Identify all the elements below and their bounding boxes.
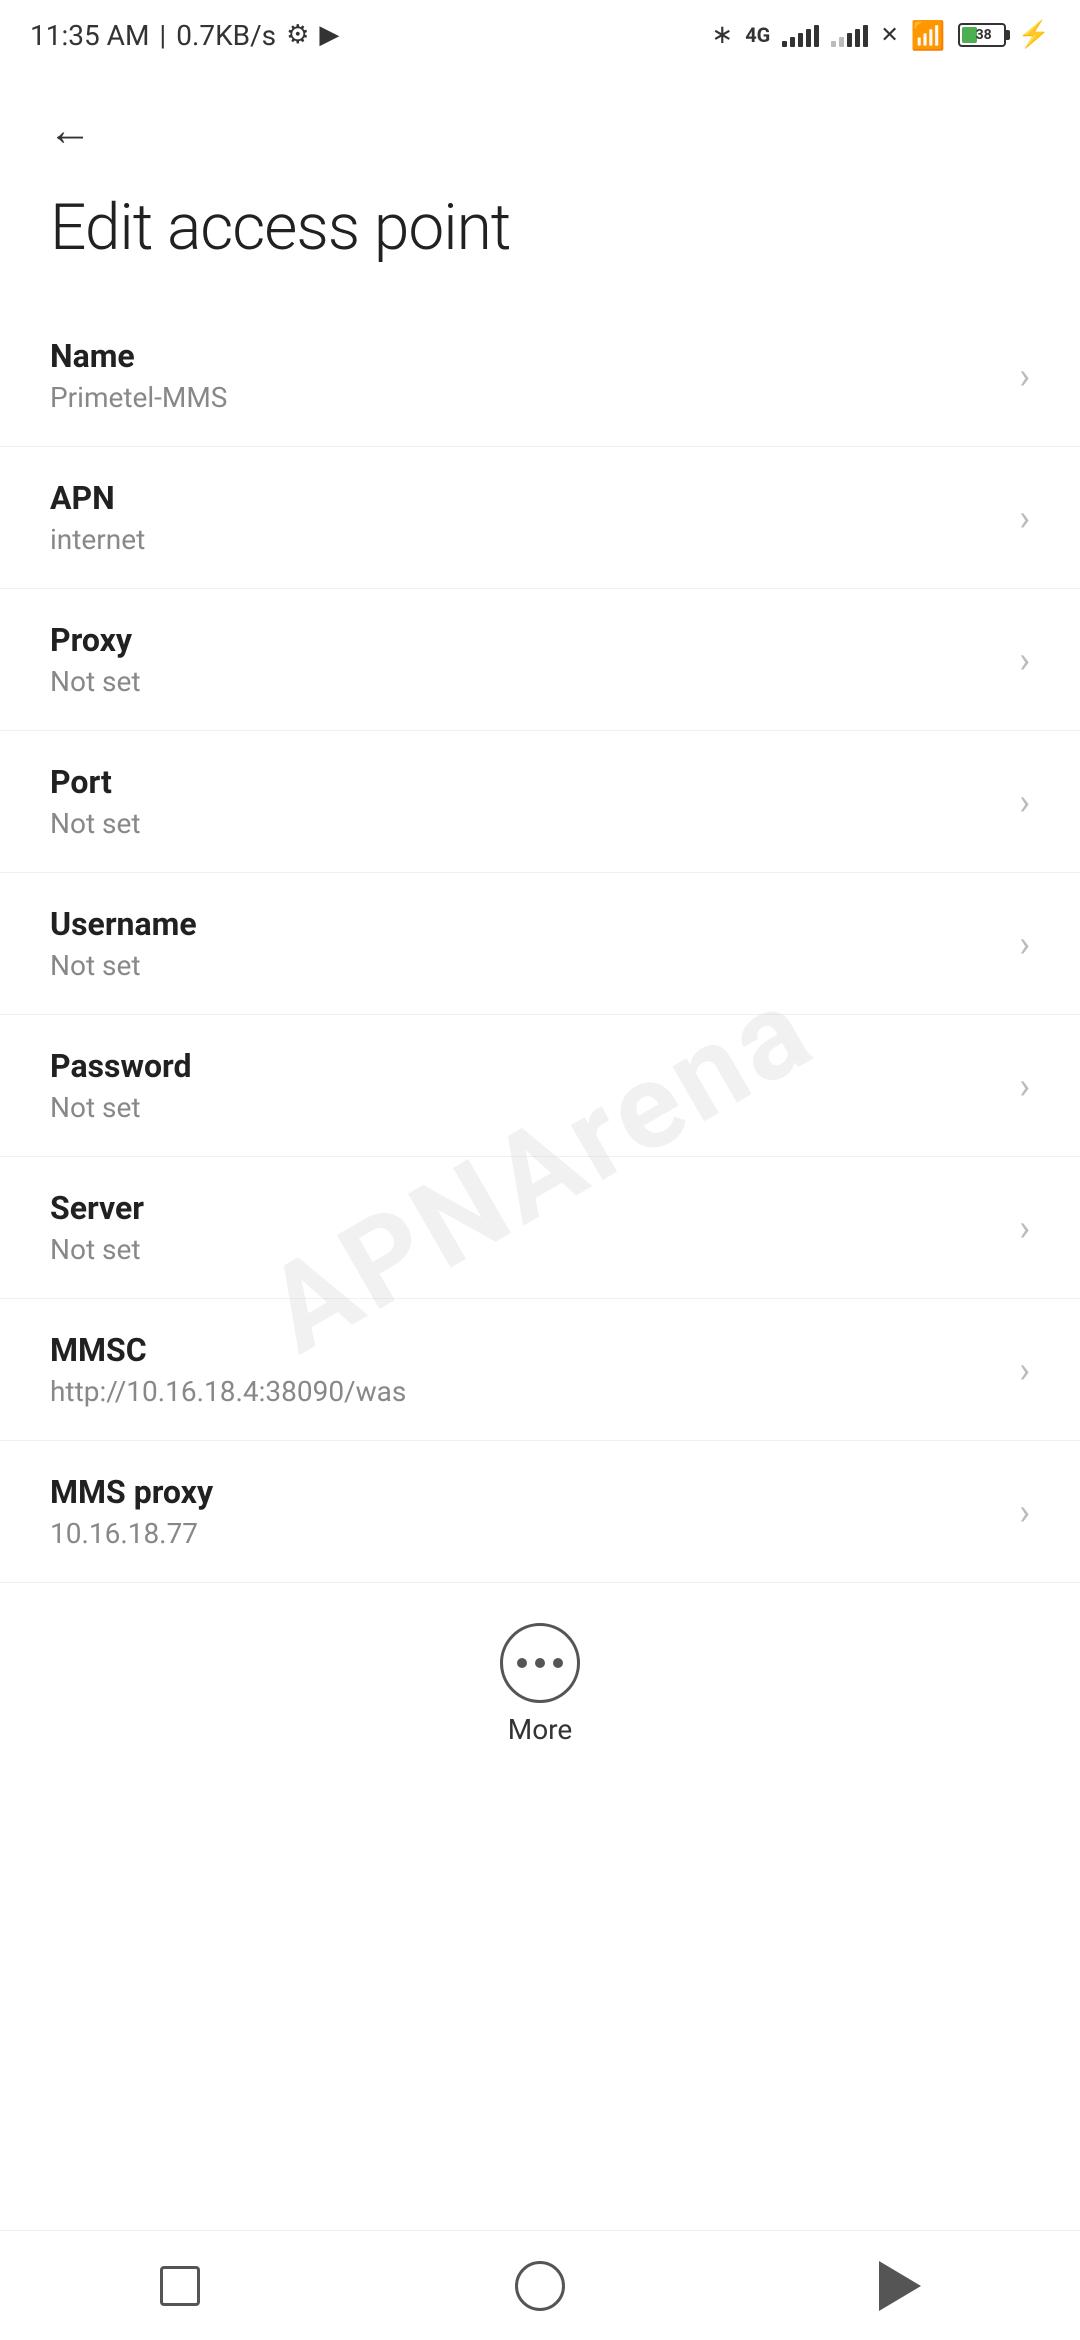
settings-item-apn[interactable]: APN internet › xyxy=(0,447,1080,589)
item-label-proxy: Proxy xyxy=(50,621,999,659)
battery-indicator: 38 xyxy=(958,23,1006,47)
item-text-port: Port Not set xyxy=(50,763,999,840)
settings-list: Name Primetel-MMS › APN internet › Proxy… xyxy=(0,305,1080,1583)
separator: | xyxy=(159,19,166,52)
chevron-icon-mmsc: › xyxy=(1019,1349,1030,1391)
item-value-port: Not set xyxy=(50,807,999,840)
item-text-password: Password Not set xyxy=(50,1047,999,1124)
signal-bars-1 xyxy=(782,23,819,47)
home-icon xyxy=(515,2261,565,2311)
data-speed: 0.7KB/s xyxy=(176,19,276,52)
signal-bars-2 xyxy=(831,23,868,47)
nav-home-button[interactable] xyxy=(500,2246,580,2326)
item-text-mmsc: MMSC http://10.16.18.4:38090/was xyxy=(50,1331,999,1408)
chevron-icon-mms-proxy: › xyxy=(1019,1491,1030,1533)
time-text: 11:35 AM xyxy=(30,19,149,52)
back-bar: ← xyxy=(0,70,1080,180)
dot3 xyxy=(553,1658,563,1668)
status-bar: 11:35 AM | 0.7KB/s ⚙ ▶ ∗ 4G ✕ 📶 38 ⚡ xyxy=(0,0,1080,70)
network-type-icon: 4G xyxy=(745,23,770,47)
back-arrow-icon: ← xyxy=(48,108,92,152)
wifi-icon: 📶 xyxy=(911,19,946,52)
settings-item-mmsc[interactable]: MMSC http://10.16.18.4:38090/was › xyxy=(0,1299,1080,1441)
item-text-mms-proxy: MMS proxy 10.16.18.77 xyxy=(50,1473,999,1550)
bar1 xyxy=(782,41,787,47)
item-text-server: Server Not set xyxy=(50,1189,999,1266)
item-value-mmsc: http://10.16.18.4:38090/was xyxy=(50,1375,999,1408)
nav-back-button[interactable] xyxy=(860,2246,940,2326)
item-label-apn: APN xyxy=(50,479,999,517)
settings-item-password[interactable]: Password Not set › xyxy=(0,1015,1080,1157)
chevron-icon-password: › xyxy=(1019,1065,1030,1107)
item-text-proxy: Proxy Not set xyxy=(50,621,999,698)
dot2 xyxy=(535,1658,545,1668)
settings-item-server[interactable]: Server Not set › xyxy=(0,1157,1080,1299)
item-label-name: Name xyxy=(50,337,999,375)
more-section: More xyxy=(0,1583,1080,1776)
back-button[interactable]: ← xyxy=(40,100,100,160)
item-value-proxy: Not set xyxy=(50,665,999,698)
more-circle xyxy=(500,1623,580,1703)
status-right: ∗ 4G ✕ 📶 38 ⚡ xyxy=(711,19,1050,52)
chevron-icon-port: › xyxy=(1019,781,1030,823)
chevron-icon-server: › xyxy=(1019,1207,1030,1249)
settings-icon: ⚙ xyxy=(286,20,309,50)
item-value-name: Primetel-MMS xyxy=(50,381,999,414)
item-label-port: Port xyxy=(50,763,999,801)
battery-text: 38 xyxy=(962,27,1006,43)
settings-item-mms-proxy[interactable]: MMS proxy 10.16.18.77 › xyxy=(0,1441,1080,1583)
bar3 xyxy=(798,33,803,47)
chevron-icon-apn: › xyxy=(1019,497,1030,539)
settings-item-proxy[interactable]: Proxy Not set › xyxy=(0,589,1080,731)
bar4 xyxy=(806,29,811,47)
item-label-password: Password xyxy=(50,1047,999,1085)
back-nav-icon xyxy=(879,2261,921,2311)
item-text-username: Username Not set xyxy=(50,905,999,982)
dot1 xyxy=(517,1658,527,1668)
chevron-icon-username: › xyxy=(1019,923,1030,965)
bar1 xyxy=(831,41,836,47)
item-label-mmsc: MMSC xyxy=(50,1331,999,1369)
item-value-password: Not set xyxy=(50,1091,999,1124)
battery-tip xyxy=(1006,30,1010,40)
item-label-username: Username xyxy=(50,905,999,943)
item-label-mms-proxy: MMS proxy xyxy=(50,1473,999,1511)
nav-bar xyxy=(0,2230,1080,2340)
item-text-apn: APN internet xyxy=(50,479,999,556)
bar5 xyxy=(863,25,868,47)
chevron-icon-name: › xyxy=(1019,355,1030,397)
settings-item-username[interactable]: Username Not set › xyxy=(0,873,1080,1015)
bar4 xyxy=(855,29,860,47)
chevron-icon-proxy: › xyxy=(1019,639,1030,681)
bar5 xyxy=(814,25,819,47)
bluetooth-icon: ∗ xyxy=(711,20,733,50)
recents-icon xyxy=(160,2266,200,2306)
settings-item-port[interactable]: Port Not set › xyxy=(0,731,1080,873)
charging-icon: ⚡ xyxy=(1018,20,1050,50)
more-dots-icon xyxy=(517,1658,563,1668)
status-left: 11:35 AM | 0.7KB/s ⚙ ▶ xyxy=(30,19,339,52)
item-label-server: Server xyxy=(50,1189,999,1227)
signal-x-icon: ✕ xyxy=(880,23,898,48)
item-text-name: Name Primetel-MMS xyxy=(50,337,999,414)
settings-item-name[interactable]: Name Primetel-MMS › xyxy=(0,305,1080,447)
bar2 xyxy=(839,37,844,47)
more-button[interactable]: More xyxy=(500,1623,580,1746)
bar2 xyxy=(790,37,795,47)
page-title: Edit access point xyxy=(0,180,1080,305)
item-value-server: Not set xyxy=(50,1233,999,1266)
bar3 xyxy=(847,33,852,47)
item-value-mms-proxy: 10.16.18.77 xyxy=(50,1517,999,1550)
video-icon: ▶ xyxy=(319,20,339,50)
nav-recents-button[interactable] xyxy=(140,2246,220,2326)
item-value-apn: internet xyxy=(50,523,999,556)
item-value-username: Not set xyxy=(50,949,999,982)
more-label: More xyxy=(508,1713,573,1746)
